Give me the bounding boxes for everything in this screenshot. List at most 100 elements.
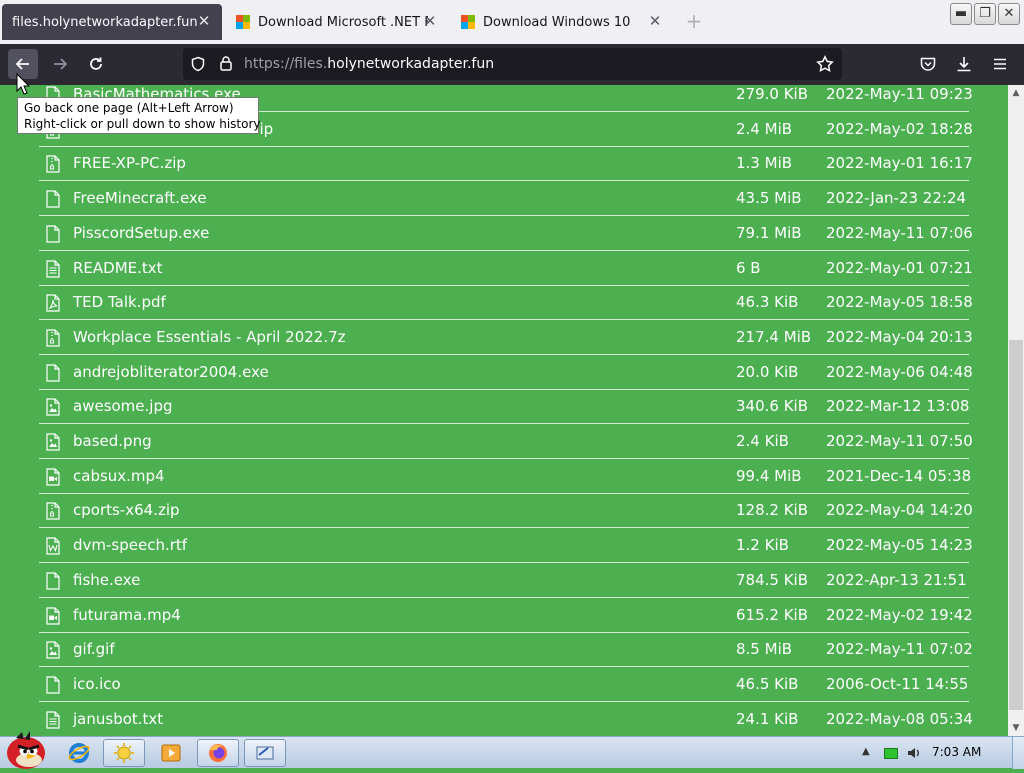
forward-button[interactable] (45, 49, 75, 79)
file-date: 2022-May-05 14:23 (826, 536, 973, 555)
close-tab-icon[interactable]: ✕ (196, 13, 212, 29)
tooltip-line-2: Right-click or pull down to show history (24, 117, 261, 131)
file-row[interactable]: FREE-XP-PC.zip 1.3 MiB 2022-May-01 16:17 (39, 146, 973, 182)
file-name-link[interactable]: andrejobliterator2004.exe (73, 363, 269, 381)
tab-label: files.holynetworkadapter.fun (12, 14, 198, 30)
volume-icon[interactable] (906, 745, 922, 761)
file-size: 20.0 KiB (736, 362, 799, 381)
pdf-file-icon (46, 294, 60, 312)
restore-button[interactable]: ❐ (974, 3, 996, 25)
scroll-up-arrow-icon[interactable]: ▲ (1008, 85, 1024, 101)
explorer-taskbar-button[interactable] (103, 739, 145, 767)
hamburger-menu-icon (994, 58, 1006, 70)
firefox-taskbar-button[interactable] (197, 739, 239, 767)
downloads-button[interactable] (949, 49, 979, 79)
file-name-link[interactable]: fishe.exe (73, 571, 140, 589)
microsoft-logo-icon (461, 15, 475, 29)
minimize-button[interactable]: ▬ (950, 3, 972, 25)
menu-button[interactable] (985, 49, 1015, 79)
archive-icon (46, 155, 60, 173)
file-name-link[interactable]: awesome.jpg (73, 397, 173, 415)
file-name-link[interactable]: cports-x64.zip (73, 501, 180, 519)
file-name-link[interactable]: FreeMinecraft.exe (73, 189, 207, 207)
file-row[interactable]: based.png 2.4 KiB 2022-May-11 07:50 (39, 424, 973, 459)
url-prefix: https://files. (244, 56, 328, 72)
file-name-link[interactable]: ico.ico (73, 675, 121, 693)
taskbar-clock[interactable]: 7:03 AM (932, 745, 981, 759)
close-tab-icon[interactable]: ✕ (647, 13, 663, 29)
url-text[interactable]: https://files.holynetworkadapter.fun (244, 56, 494, 72)
app-taskbar-button[interactable] (244, 739, 286, 767)
close-window-button[interactable]: ✕ (998, 3, 1020, 25)
file-row[interactable]: cabsux.mp4 99.4 MiB 2021-Dec-14 05:38 (39, 459, 971, 494)
pocket-button[interactable] (913, 49, 943, 79)
lock-icon[interactable] (218, 55, 234, 72)
mouse-cursor-icon (16, 73, 30, 95)
tab-label: Download Microsoft .NET Fra (258, 14, 428, 30)
scroll-down-arrow-icon[interactable]: ▼ (1008, 720, 1024, 736)
file-row[interactable]: Workplace Essentials - April 2022.7z 217.… (39, 320, 973, 355)
file-name-link[interactable]: janusbot.txt (73, 710, 163, 728)
file-size: 615.2 KiB (736, 605, 809, 624)
file-date: 2022-May-11 07:02 (826, 640, 973, 659)
file-row[interactable]: janusbot.txt 24.1 KiB 2022-May-08 05:34 (39, 702, 973, 736)
show-desktop-button[interactable] (1012, 737, 1024, 769)
address-bar[interactable]: https://files.holynetworkadapter.fun (183, 48, 842, 80)
file-size: 279.0 KiB (736, 85, 809, 103)
reload-button[interactable] (81, 49, 111, 79)
file-name-link[interactable]: TED Talk.pdf (73, 293, 166, 311)
file-row[interactable]: PisscordSetup.exe 79.1 MiB 2022-May-11 07:… (39, 216, 973, 251)
video-file-icon (46, 468, 60, 486)
shield-icon[interactable] (190, 56, 206, 72)
file-date: 2022-May-04 20:13 (826, 327, 973, 346)
angry-bird-start-icon (7, 731, 45, 769)
file-row[interactable]: FreeMinecraft.exe 43.5 MiB 2022-Jan-23 22:… (39, 181, 969, 217)
file-size: 1.2 KiB (736, 536, 789, 555)
file-date: 2022-Jan-23 22:24 (826, 189, 967, 208)
file-size: 79.1 MiB (736, 223, 802, 242)
file-date: 2022-May-02 18:28 (826, 119, 973, 138)
file-name-link[interactable]: gif.gif (73, 640, 115, 658)
file-row[interactable]: dvm-speech.rtf 1.2 KiB 2022-May-05 14:23 (39, 528, 973, 564)
vertical-scrollbar[interactable]: ▲ ▼ (1008, 85, 1024, 736)
file-name-link[interactable]: based.png (73, 432, 152, 450)
file-row[interactable]: README.txt 6 B 2022-May-01 07:21 (39, 251, 973, 286)
file-name-link[interactable]: Workplace Essentials - April 2022.7z (73, 328, 346, 346)
file-row[interactable]: awesome.jpg 340.6 KiB 2022-Mar-12 13:08 (39, 389, 969, 425)
file-name-link[interactable]: cabsux.mp4 (73, 467, 165, 485)
tab-files-holynetworkadapter[interactable]: files.holynetworkadapter.fun ✕ (2, 4, 222, 40)
file-row[interactable]: cports-x64.zip 128.2 KiB 2022-May-04 14:20 (39, 493, 973, 529)
sun-folder-icon (114, 743, 134, 763)
close-tab-icon[interactable]: ✕ (422, 13, 438, 29)
file-row[interactable]: andrejobliterator2004.exe 20.0 KiB 2022-Ma… (39, 355, 973, 390)
start-button[interactable] (2, 729, 50, 769)
scrollbar-thumb[interactable] (1009, 340, 1023, 710)
file-row[interactable]: fishe.exe 784.5 KiB 2022-Apr-13 21:51 (39, 563, 969, 598)
file-name-link[interactable]: futurama.mp4 (73, 606, 181, 624)
file-row[interactable]: futurama.mp4 615.2 KiB 2022-May-02 19:42 (39, 598, 973, 633)
file-name-link[interactable]: dvm-speech.rtf (73, 536, 187, 554)
file-date: 2022-May-01 07:21 (826, 258, 973, 277)
network-status-icon[interactable] (884, 748, 898, 759)
file-name-link[interactable]: PisscordSetup.exe (73, 224, 209, 242)
directory-listing-page: BasicMathematics.exe 279.0 KiB 2022-May-11… (0, 85, 1008, 736)
word-file-icon (46, 537, 60, 555)
file-name-link[interactable]: README.txt (73, 259, 163, 277)
tab-download-dotnet[interactable]: Download Microsoft .NET Fra ✕ (226, 4, 448, 40)
file-icon (46, 676, 60, 694)
media-player-taskbar-button[interactable] (150, 739, 192, 767)
file-name-link[interactable]: FREE-XP-PC.zip (73, 154, 186, 172)
file-row[interactable]: TED Talk.pdf 46.3 KiB 2022-May-05 18:58 (39, 285, 973, 321)
file-size: 1.3 MiB (736, 154, 793, 173)
archive-icon (46, 502, 60, 520)
file-row[interactable]: ico.ico 46.5 KiB 2006-Oct-11 14:55 (39, 667, 969, 702)
new-tab-button[interactable]: + (684, 11, 704, 31)
file-icon (46, 225, 60, 243)
file-size: 217.4 MiB (736, 327, 812, 346)
file-size: 6 B (736, 258, 761, 277)
internet-explorer-taskbar-button[interactable] (58, 739, 100, 767)
bookmark-star-icon[interactable] (816, 55, 834, 73)
file-row[interactable]: gif.gif 8.5 MiB 2022-May-11 07:02 (39, 632, 973, 668)
tab-download-windows10[interactable]: Download Windows 10 ✕ (451, 4, 673, 40)
show-hidden-icons-arrow-icon[interactable]: ▲ (862, 746, 874, 758)
